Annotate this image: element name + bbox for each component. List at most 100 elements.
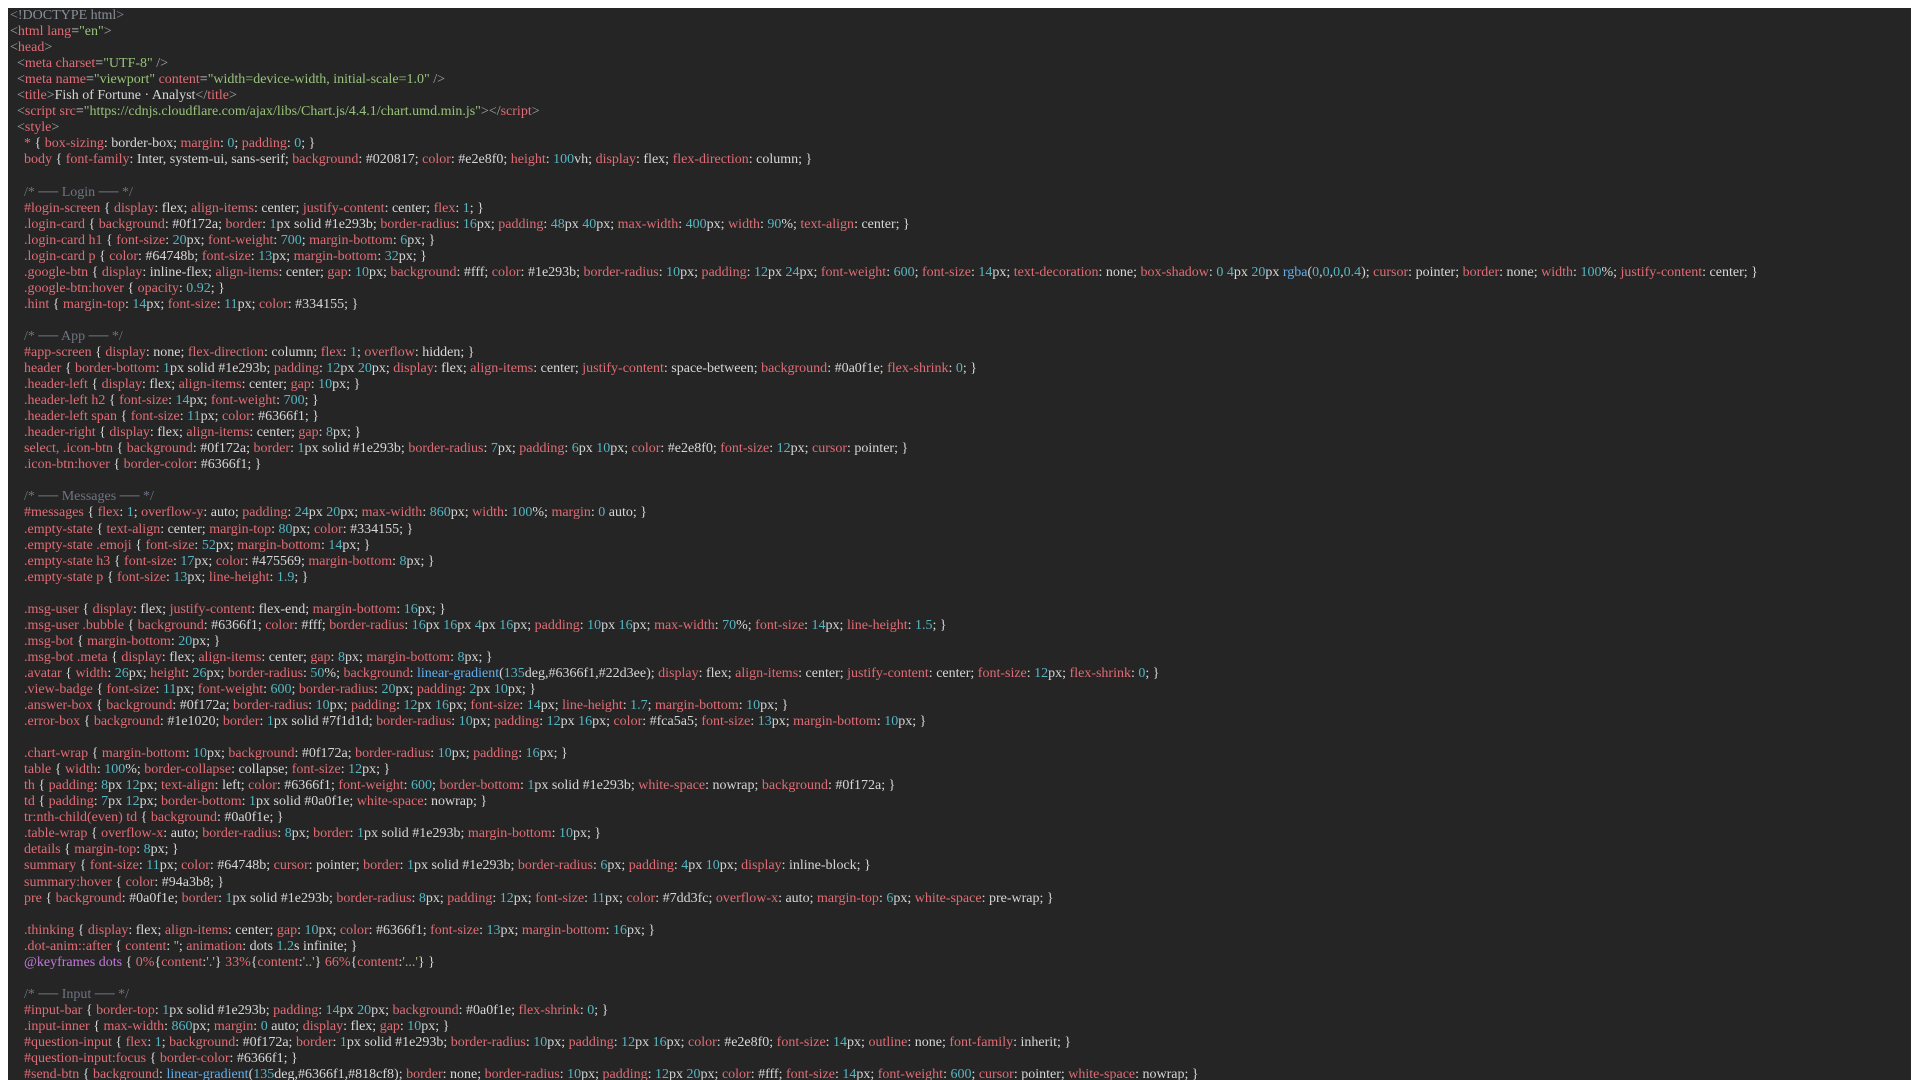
syntax-token: Fish [54,88,79,104]
syntax-token: 10 [596,441,611,457]
syntax-token: .msg-user .bubble [24,617,128,633]
syntax-token: flex-shrink [887,361,949,377]
syntax-token: } [428,232,436,248]
syntax-token: solid [291,714,319,730]
syntax-token: px [564,216,579,232]
syntax-token: } [428,954,435,970]
syntax-token [10,361,24,376]
syntax-token: font-weight [877,1067,944,1080]
syntax-token: font-weight [820,264,887,280]
syntax-token: margin-top [816,890,879,906]
syntax-token: #input-bar [24,1002,86,1018]
syntax-token: px [273,714,288,730]
code-line: <script src="https://cdnjs.cloudflare.co… [10,104,1911,120]
syntax-token: color [613,714,643,730]
syntax-token: margin-bottom [312,601,397,617]
code-view[interactable]: <!DOCTYPE html> <html lang="en"> <head> <m… [8,8,1911,1080]
syntax-token: px [159,858,174,874]
syntax-token: padding [568,1035,614,1050]
syntax-token: flex [433,200,456,216]
syntax-token: flex [135,922,158,938]
syntax-token: center [1709,264,1744,280]
syntax-token: font-size [535,890,585,906]
syntax-token: 20 [172,232,187,248]
syntax-token: padding [498,216,544,232]
syntax-token: px [457,617,472,633]
code-editor[interactable]: <!DOCTYPE html> <html lang="en"> <head> <m… [8,8,1911,1080]
syntax-token: } [214,954,222,970]
syntax-token: 16 [434,698,449,714]
syntax-token: < [17,104,25,120]
syntax-token [10,891,24,906]
syntax-token: px [605,890,620,906]
syntax-token: tr:nth-child(even) td [24,810,141,826]
syntax-token: 10 [567,1067,582,1080]
syntax-token: font-family [949,1035,1014,1050]
syntax-token: px [417,698,432,714]
syntax-token: > [531,104,540,120]
syntax-token: border [222,714,260,730]
syntax-token [10,1003,24,1018]
syntax-token: } [417,954,425,970]
syntax-token: 1.5 [914,617,933,633]
syntax-token: height [510,152,546,168]
syntax-token: flex [706,665,728,681]
syntax-token: content [357,954,399,970]
syntax-token: px [340,505,355,521]
syntax-token: white-space [914,890,982,906]
syntax-token: #0f172a [200,441,247,457]
code-line: .empty-state h3 { font-size: 17px; color… [10,554,1911,570]
syntax-token: 1 [154,1035,162,1050]
syntax-token: details [24,842,65,858]
syntax-token [10,875,24,890]
syntax-token: { [85,1002,93,1018]
syntax-token: .msg-user [24,601,83,617]
syntax-token: padding [602,1067,648,1080]
syntax-token: margin-bottom [293,248,378,264]
syntax-token: 13 [173,569,188,585]
syntax-token: { [108,393,116,409]
syntax-token: display [113,200,155,216]
syntax-token: 12 [655,1067,670,1080]
syntax-token: font-size [124,553,174,569]
syntax-token: sans-serif [231,152,285,168]
syntax-token: none [1506,264,1534,280]
syntax-token: flex [643,152,666,168]
syntax-token: .header-right [24,425,100,441]
syntax-token: } [864,858,871,874]
syntax-token: % [736,617,748,633]
syntax-token: 16 [462,216,477,232]
syntax-token: head [17,40,45,56]
syntax-token: border [1462,264,1500,280]
syntax-token: border-radius [227,665,304,681]
syntax-token: padding [48,794,94,810]
syntax-token: px [719,858,734,874]
syntax-token: #0f172a [835,778,882,794]
syntax-token: 12 [348,762,363,778]
syntax-token [10,1067,24,1080]
code-line: .dot-anim::after { content: ''; animatio… [10,939,1911,955]
syntax-token: align-items [735,665,799,681]
syntax-token: summary:hover [24,874,116,890]
syntax-token: px [790,441,805,457]
syntax-token: < [17,72,25,88]
syntax-token: #0a0f1e [304,794,350,810]
syntax-token: margin-bottom [87,633,171,649]
syntax-token: #6366f1 [376,922,423,938]
syntax-token: dots [249,938,273,954]
syntax-token: border-radius [583,264,659,280]
syntax-token: #fca5a5 [649,714,694,730]
syntax-token: center [261,200,296,216]
syntax-token: 12 [1034,665,1049,681]
code-line: <style> [10,120,1911,136]
syntax-token: border-bottom [75,361,156,377]
syntax-token [10,104,17,119]
syntax-token: margin-bottom [655,698,739,714]
syntax-token: < [17,120,25,136]
syntax-token: > [480,104,489,120]
syntax-token: font-size [167,296,217,312]
syntax-token: align-items [178,377,242,393]
syntax-token: display [101,264,143,280]
syntax-token: #0f172a [242,1035,289,1050]
syntax-token: opacity [137,280,179,296]
